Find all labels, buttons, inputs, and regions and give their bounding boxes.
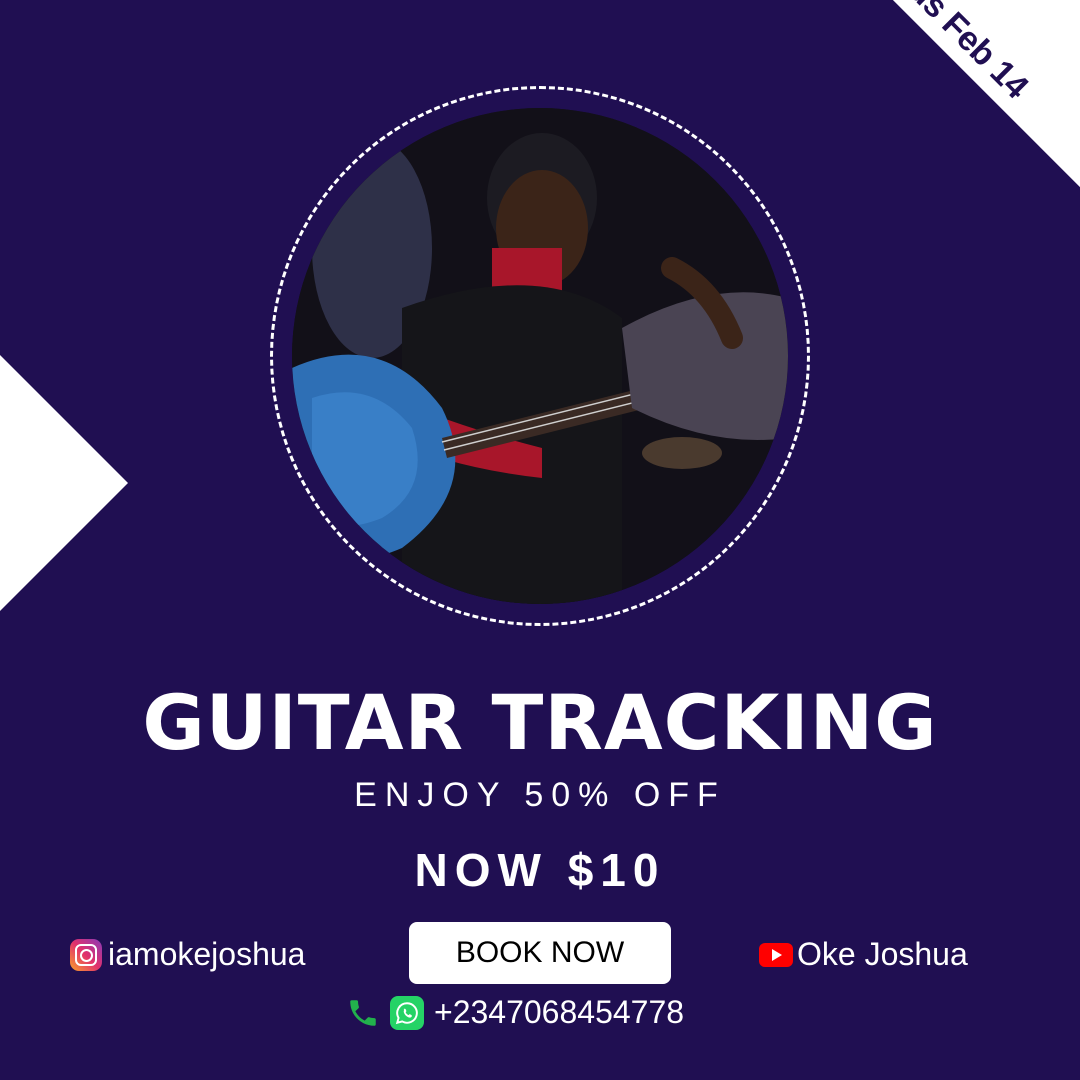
book-now-button[interactable]: BOOK NOW	[409, 922, 671, 984]
youtube-channel-name: Oke Joshua	[797, 936, 968, 972]
whatsapp-icon	[390, 995, 424, 1030]
guitarist-photo	[292, 108, 788, 604]
promo-poster: Offer ends Feb 14 GUITAR TRACKING ENJOY …	[0, 0, 1080, 1080]
price-line: NOW $10	[414, 844, 666, 896]
phone-number: +2347068454778	[434, 994, 685, 1030]
phone-icon	[350, 999, 376, 1026]
decorative-triangle	[0, 355, 128, 611]
offer-ribbon-text: Offer ends Feb 14	[811, 0, 1036, 107]
contact-row: iamokejoshua BOOK NOW Oke Joshua	[0, 922, 1080, 986]
headline: GUITAR TRACKING	[142, 678, 938, 767]
instagram-handle: iamokejoshua	[108, 936, 306, 972]
instagram-icon	[70, 938, 102, 971]
instagram-link[interactable]: iamokejoshua	[70, 936, 305, 973]
youtube-link[interactable]: Oke Joshua	[759, 936, 968, 973]
guitarist-illustration	[292, 108, 788, 604]
phone-contact[interactable]: +2347068454778	[346, 994, 684, 1031]
youtube-icon	[759, 942, 793, 967]
discount-line: ENJOY 50% OFF	[354, 776, 726, 814]
